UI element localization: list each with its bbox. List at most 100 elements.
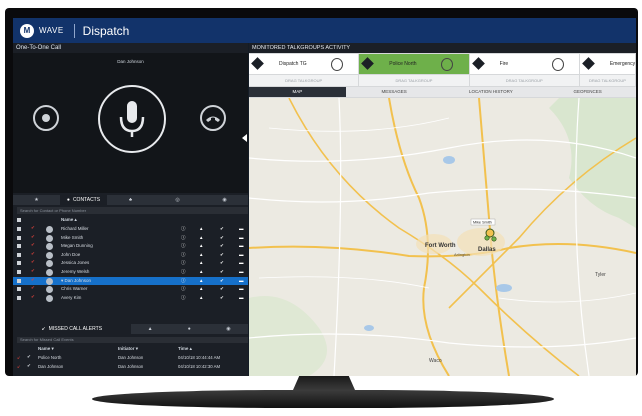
record-button[interactable] [33, 105, 59, 131]
message-icon[interactable]: ▬ [239, 226, 244, 231]
message-icon[interactable]: ▬ [239, 260, 244, 265]
ptt-mic-icon[interactable] [551, 58, 564, 71]
tab-location-history[interactable]: LOCATION HISTORY [443, 87, 540, 97]
alert-bell-icon[interactable]: ▲ [199, 295, 204, 300]
contact-row[interactable]: ✔ John Doe ⓘ ▲ ✔ ▬ [13, 251, 248, 260]
info-icon[interactable]: ⓘ [181, 286, 186, 291]
call-icon[interactable]: ✔ [220, 226, 225, 231]
push-to-talk-button[interactable] [98, 85, 166, 153]
call-icon[interactable]: ✔ [220, 295, 225, 300]
row-checkbox[interactable] [17, 287, 21, 292]
info-icon[interactable]: ⓘ [181, 269, 186, 274]
info-icon[interactable]: ⓘ [181, 235, 186, 240]
ptt-mic-icon[interactable] [441, 58, 454, 71]
info-icon[interactable]: ⓘ [181, 295, 186, 300]
name-column-header[interactable]: Name ▴ [61, 217, 77, 223]
contact-row[interactable]: ✔ Megan Dunning ⓘ ▲ ✔ ▬ [13, 242, 248, 251]
app-screen: M WAVE Dispatch One-To-One Call Dan John… [13, 18, 636, 376]
collapse-panel-arrow-icon[interactable] [242, 134, 247, 142]
alert-time-header[interactable]: Time ▴ [178, 346, 192, 352]
message-icon[interactable]: ▬ [239, 278, 244, 283]
alert-row[interactable]: ↙ ✔ Police North Dan Johnson 04/10/18 10… [13, 354, 248, 362]
call-icon[interactable]: ✔ [220, 252, 225, 257]
contact-row[interactable]: ✔ Richard Miller ⓘ ▲ ✔ ▬ [13, 225, 248, 234]
tab-talkgroups[interactable]: ◎ [154, 195, 201, 205]
tab-other-alerts[interactable]: ◉ [209, 324, 248, 334]
contact-row[interactable]: ✔ Mike Smith ⓘ ▲ ✔ ▬ [13, 234, 248, 243]
hang-up-icon [206, 116, 220, 122]
call-icon[interactable]: ✔ [220, 243, 225, 248]
map-view[interactable]: Fort Worth Dallas Arlington Waco Tyler M… [249, 98, 636, 376]
contact-row[interactable]: ✔ Chris Warner ⓘ ▲ ✔ ▬ [13, 285, 248, 294]
tab-favorites[interactable]: ★ [13, 195, 60, 205]
message-icon[interactable]: ▬ [239, 243, 244, 248]
talkgroup-card[interactable]: Police North [359, 54, 469, 74]
location-pin-icon[interactable] [491, 236, 497, 242]
contact-row[interactable]: ✔ ▾ Dan Johnson ⓘ ▲ ✔ ▬ [13, 276, 248, 286]
message-icon[interactable]: ▬ [239, 269, 244, 274]
talkgroup-card[interactable]: Fire [469, 54, 579, 74]
monitor-stand-base [92, 390, 554, 408]
tab-missed-call-alerts[interactable]: ↙ MISSED CALL ALERTS [13, 324, 131, 334]
message-icon[interactable]: ▬ [239, 235, 244, 240]
tab-location-alerts[interactable]: ● [170, 324, 209, 334]
alert-bell-icon[interactable]: ▲ [199, 243, 204, 248]
call-icon[interactable]: ✔ [220, 286, 225, 291]
alert-name-header[interactable]: Name ▾ [38, 346, 54, 352]
message-icon[interactable]: ▬ [239, 295, 244, 300]
drag-talkgroup-slot[interactable]: DRAG TALKGROUP [469, 75, 579, 86]
alert-bell-icon[interactable]: ▲ [199, 235, 204, 240]
row-checkbox[interactable] [17, 244, 21, 249]
call-icon[interactable]: ✔ [220, 260, 225, 265]
talkgroup-card[interactable]: Dispatch TG [249, 54, 359, 74]
select-all-checkbox[interactable] [17, 218, 21, 222]
row-checkbox[interactable] [17, 252, 21, 257]
alerts-search-input[interactable]: Search for Missed Call Events [17, 337, 248, 343]
tab-map[interactable]: MAP [249, 87, 346, 97]
alert-bell-icon[interactable]: ▲ [199, 252, 204, 257]
alert-bell-icon[interactable]: ▲ [199, 286, 204, 291]
alert-bell-icon[interactable]: ▲ [199, 278, 204, 283]
alert-bell-icon[interactable]: ▲ [199, 226, 204, 231]
drag-talkgroup-slot[interactable]: DRAG TALKGROUP [579, 75, 636, 86]
tab-channels[interactable]: ◉ [201, 195, 248, 205]
message-icon[interactable]: ▬ [239, 286, 244, 291]
info-icon[interactable]: ⓘ [181, 243, 186, 248]
row-checkbox[interactable] [17, 269, 21, 274]
info-icon[interactable]: ⓘ [181, 252, 186, 257]
row-checkbox[interactable] [17, 261, 21, 266]
tab-contacts[interactable]: ● CONTACTS [60, 195, 107, 205]
info-icon[interactable]: ⓘ [181, 278, 186, 283]
row-checkbox[interactable] [17, 295, 21, 300]
message-icon[interactable]: ▬ [239, 252, 244, 257]
info-icon[interactable]: ⓘ [181, 226, 186, 231]
call-icon[interactable]: ✔ [220, 235, 225, 240]
end-call-button[interactable] [200, 105, 226, 131]
drag-talkgroup-slot[interactable]: DRAG TALKGROUP [249, 75, 359, 86]
tab-groups[interactable]: ♣ [107, 195, 154, 205]
status-check-icon: ✔ [31, 233, 35, 239]
tab-emergency-alerts[interactable]: ▲ [131, 324, 170, 334]
tab-geofences[interactable]: GEOFENCES [539, 87, 636, 97]
row-checkbox[interactable] [17, 278, 21, 283]
contact-row[interactable]: ✔ Jessica Jones ⓘ ▲ ✔ ▬ [13, 259, 248, 268]
info-icon[interactable]: ⓘ [181, 260, 186, 265]
ptt-mic-icon[interactable] [331, 58, 343, 71]
talkgroup-card[interactable]: Emergency [579, 54, 635, 74]
contact-row[interactable]: ✔ Avery Kim ⓘ ▲ ✔ ▬ [13, 294, 248, 303]
alert-row[interactable]: ↙ ✔ Dan Johnson Dan Johnson 04/10/18 10:… [13, 363, 248, 371]
contact-name: Megan Dunning [61, 243, 93, 249]
tab-messages[interactable]: MESSAGES [346, 87, 443, 97]
call-icon[interactable]: ✔ [220, 269, 225, 274]
drag-talkgroup-slot[interactable]: DRAG TALKGROUP [359, 75, 469, 86]
alert-initiator-header[interactable]: Initiator ▾ [118, 346, 138, 352]
location-pin-icon[interactable] [484, 235, 490, 241]
contact-row[interactable]: ✔ Jeremy Welsh ⓘ ▲ ✔ ▬ [13, 268, 248, 277]
contact-name: Jessica Jones [61, 260, 90, 266]
alert-bell-icon[interactable]: ▲ [199, 260, 204, 265]
alert-bell-icon[interactable]: ▲ [199, 269, 204, 274]
call-icon[interactable]: ✔ [220, 278, 225, 283]
row-checkbox[interactable] [17, 227, 21, 231]
contacts-search-input[interactable]: Search for Contact or Phone Number [17, 207, 248, 214]
row-checkbox[interactable] [17, 235, 21, 240]
